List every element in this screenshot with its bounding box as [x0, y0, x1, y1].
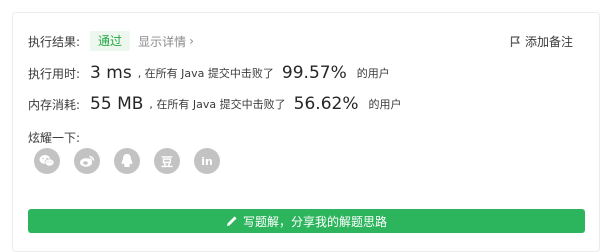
share-icons: 豆 in [34, 148, 234, 174]
add-note-label: 添加备注 [524, 35, 573, 49]
wechat-icon[interactable] [34, 148, 60, 174]
weibo-icon[interactable] [74, 148, 100, 174]
write-solution-button[interactable]: 写题解，分享我的解题思路 [28, 209, 585, 233]
qq-glyph [121, 154, 133, 167]
pencil-icon [226, 216, 237, 226]
memory-percent: 56.62% [293, 94, 359, 114]
share-label: 炫耀一下: [28, 131, 81, 145]
result-label: 执行结果: [28, 34, 81, 49]
runtime-tail-text: 的用户 [356, 67, 390, 80]
memory-tail-text: 的用户 [368, 98, 402, 111]
qq-icon[interactable] [114, 148, 140, 174]
runtime-value: 3 ms [90, 63, 132, 83]
flag-icon [510, 35, 520, 47]
weibo-glyph [80, 155, 95, 167]
status-badge: 通过 [90, 31, 131, 51]
runtime-percent: 99.57% [281, 63, 347, 83]
show-details-label: 显示详情 [138, 34, 187, 49]
memory-label: 内存消耗: [28, 97, 81, 112]
linkedin-icon[interactable]: in [194, 148, 220, 174]
wechat-glyph [39, 155, 55, 167]
add-note-button[interactable]: 添加备注 [510, 33, 573, 50]
show-details-link[interactable]: 显示详情 › [138, 33, 194, 50]
memory-mid-text: , 在所有 Java 提交中击败了 [149, 98, 286, 111]
result-row: 执行结果: 通过 显示详情 › [28, 31, 194, 51]
runtime-row: 执行用时: 3 ms , 在所有 Java 提交中击败了 99.57% 的用户 [28, 63, 390, 83]
memory-value: 55 MB [90, 94, 144, 114]
memory-row: 内存消耗: 55 MB , 在所有 Java 提交中击败了 56.62% 的用户 [28, 94, 401, 114]
write-solution-label: 写题解，分享我的解题思路 [242, 214, 387, 229]
runtime-mid-text: , 在所有 Java 提交中击败了 [137, 67, 274, 80]
douban-icon[interactable]: 豆 [154, 148, 180, 174]
runtime-label: 执行用时: [28, 66, 81, 81]
submission-result-card: 执行结果: 通过 显示详情 › 添加备注 执行用时: 3 ms , 在所有 Ja… [12, 12, 600, 252]
linkedin-glyph: in [201, 154, 213, 168]
chevron-right-icon: › [189, 34, 194, 48]
douban-glyph: 豆 [160, 154, 173, 169]
